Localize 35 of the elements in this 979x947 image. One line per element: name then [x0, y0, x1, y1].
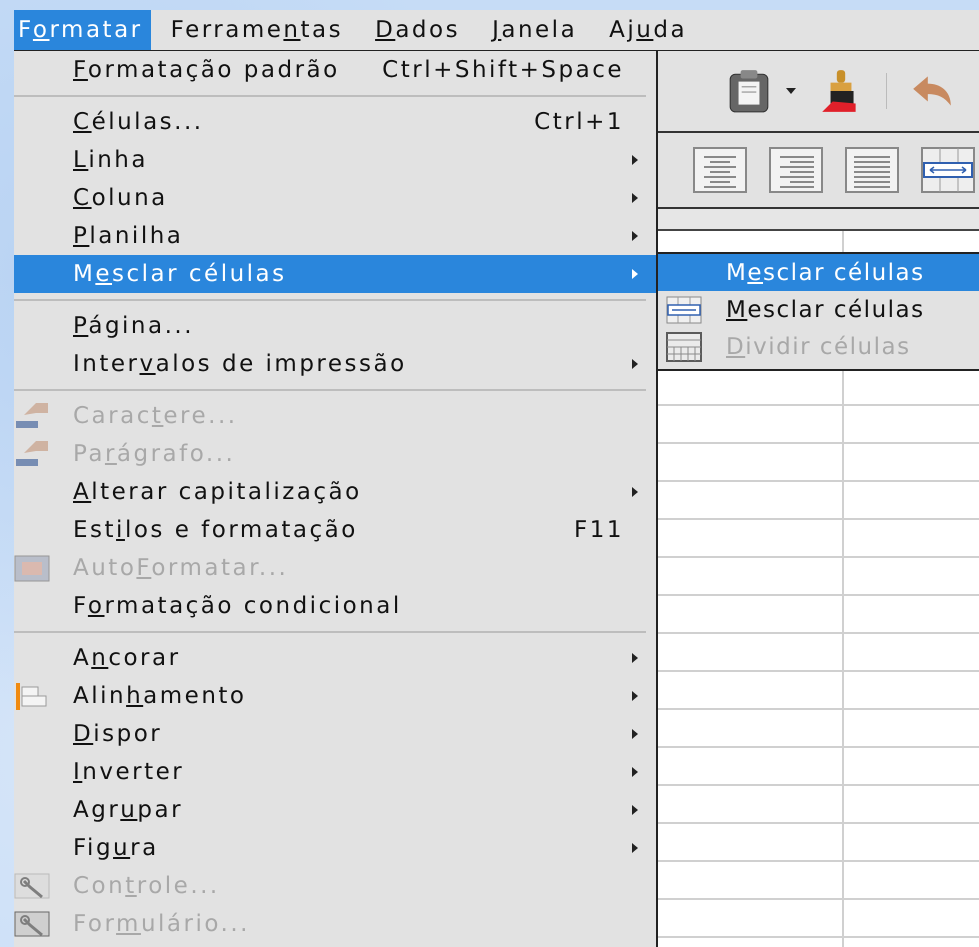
menu-item[interactable]: Mesclar células — [658, 291, 979, 328]
menu-item[interactable]: Formatação padrão Ctrl+Shift+Space — [14, 51, 656, 89]
merge-cells-icon — [666, 294, 702, 324]
caret-icon[interactable] — [786, 88, 796, 94]
menu-bar-item[interactable]: Aj u da — [597, 10, 700, 50]
menu-item[interactable]: D ispor — [14, 715, 656, 753]
menu-bar-item[interactable]: Fo rmatar — [14, 10, 151, 50]
menu-bar-item[interactable]: D ados — [363, 10, 472, 50]
justify-icon[interactable] — [844, 146, 900, 194]
menu-item[interactable]: Coluna — [14, 179, 656, 217]
menu-item[interactable]: Linha — [14, 141, 656, 179]
menu-bar-item[interactable]: J anela — [480, 10, 590, 50]
menu-item[interactable]: I nverter — [14, 753, 656, 791]
menu-item[interactable]: An corar — [14, 639, 656, 677]
menu-item[interactable]: Intervalos de impressão — [14, 345, 656, 383]
menu-item[interactable]: Agru par — [14, 791, 656, 829]
menu-item[interactable]: Fo rmatação condicional — [14, 587, 656, 625]
menu-bar-item[interactable]: Ferrame n tas — [158, 10, 356, 50]
character-format-icon — [14, 401, 50, 431]
menu-item[interactable]: M esclar células — [14, 255, 656, 293]
menu-item[interactable]: Página... — [14, 307, 656, 345]
menu-item[interactable]: Células... Ctrl+1 — [14, 103, 656, 141]
menu-item[interactable]: Alterar capitalização — [14, 473, 656, 511]
menu-item[interactable]: Fig u ra — [14, 829, 656, 867]
align-center-icon[interactable] — [692, 146, 748, 194]
table-format-icon — [14, 553, 50, 583]
merge-cells-icon[interactable] — [920, 146, 976, 194]
align-right-icon[interactable] — [768, 146, 824, 194]
menu-item[interactable]: Mesclar células — [658, 254, 979, 291]
split-cells-icon — [666, 332, 702, 362]
paragraph-format-icon — [14, 439, 50, 469]
menu-item[interactable]: P lanilha — [14, 217, 656, 255]
menu-item[interactable]: Alin h amento — [14, 677, 656, 715]
form-wrench-icon — [14, 909, 50, 939]
menu-item[interactable]: Est i los e formatação F11 — [14, 511, 656, 549]
